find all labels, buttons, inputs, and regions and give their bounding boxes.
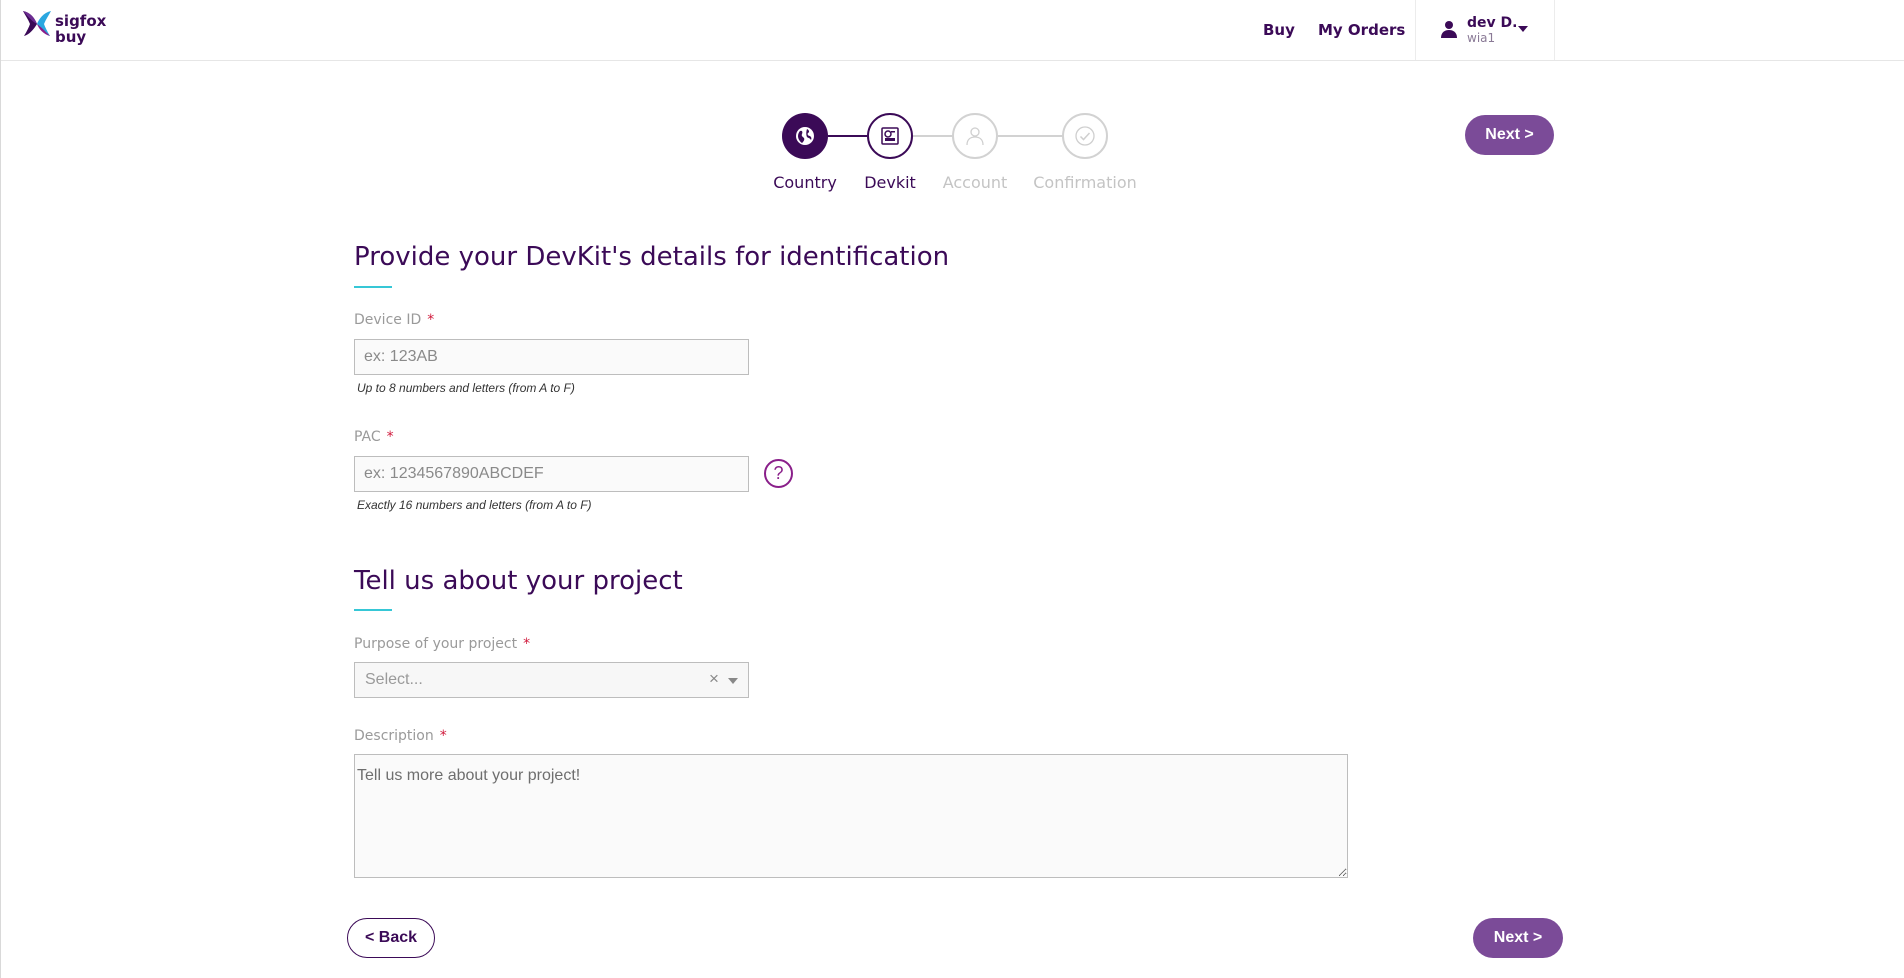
- next-button-bottom[interactable]: Next >: [1473, 918, 1563, 958]
- nav-my-orders-link[interactable]: My Orders: [1318, 21, 1405, 39]
- user-outline-icon: [966, 127, 984, 146]
- back-button[interactable]: < Back: [347, 918, 435, 958]
- device-id-hint: Up to 8 numbers and letters (from A to F…: [357, 381, 575, 395]
- title-underline: [354, 609, 392, 611]
- logo-text: sigfox buy: [55, 13, 106, 45]
- project-title: Tell us about your project: [354, 566, 683, 596]
- user-account: wia1: [1467, 31, 1496, 45]
- pac-label: PAC *: [354, 429, 394, 445]
- sigfox-logo[interactable]: sigfox buy: [21, 9, 111, 51]
- nav-buy: Buy: [1263, 0, 1295, 60]
- logo-line-2: buy: [55, 28, 87, 46]
- next-button-top[interactable]: Next >: [1465, 115, 1554, 155]
- user-name: dev D.: [1467, 15, 1518, 31]
- stepper-connector: [828, 135, 867, 137]
- title-underline: [354, 286, 392, 288]
- purpose-label-text: Purpose of your project: [354, 636, 518, 652]
- step-account: [952, 113, 998, 159]
- globe-icon: [796, 127, 814, 145]
- required-mark: *: [523, 636, 531, 652]
- nav-orders: My Orders: [1318, 0, 1405, 60]
- required-mark: *: [386, 429, 394, 445]
- step-label-account: Account: [942, 173, 1008, 192]
- identification-title: Provide your DevKit's details for identi…: [354, 242, 950, 272]
- description-label: Description *: [354, 728, 447, 744]
- step-label-devkit: Devkit: [864, 173, 916, 192]
- nav-buy-link[interactable]: Buy: [1263, 21, 1295, 39]
- device-id-label-text: Device ID: [354, 312, 422, 328]
- page: sigfox buy Buy My Orders dev D. wia1 Cou…: [0, 0, 1904, 978]
- chevron-down-icon[interactable]: [1518, 26, 1528, 32]
- check-circle-icon: [1075, 126, 1095, 146]
- pac-label-text: PAC: [354, 429, 381, 445]
- device-id-label: Device ID *: [354, 312, 434, 328]
- stepper-connector: [998, 135, 1062, 137]
- sigfox-butterfly-icon: [23, 11, 51, 36]
- help-icon[interactable]: ?: [764, 459, 793, 488]
- description-textarea[interactable]: [354, 754, 1348, 878]
- purpose-select[interactable]: Select... ×: [354, 662, 749, 698]
- step-country[interactable]: [782, 113, 828, 159]
- clear-icon[interactable]: ×: [709, 669, 719, 689]
- pac-hint: Exactly 16 numbers and letters (from A t…: [357, 498, 592, 512]
- purpose-label: Purpose of your project *: [354, 636, 530, 652]
- top-header: sigfox buy Buy My Orders dev D. wia1: [1, 0, 1904, 61]
- step-devkit[interactable]: [867, 113, 913, 159]
- required-mark: *: [439, 728, 447, 744]
- step-label-country: Country: [773, 173, 837, 192]
- pac-input[interactable]: [354, 456, 749, 492]
- user-icon: [1441, 21, 1457, 38]
- logo-line-1: sigfox: [55, 12, 107, 30]
- device-id-input[interactable]: [354, 339, 749, 375]
- step-label-confirmation: Confirmation: [1033, 173, 1137, 192]
- description-label-text: Description: [354, 728, 434, 744]
- chevron-down-icon[interactable]: [728, 678, 738, 684]
- devkit-icon: [881, 127, 899, 145]
- user-menu[interactable]: dev D. wia1: [1415, 0, 1555, 60]
- required-mark: *: [427, 312, 435, 328]
- stepper-connector: [913, 135, 952, 137]
- step-confirmation: [1062, 113, 1108, 159]
- purpose-select-placeholder: Select...: [365, 671, 423, 688]
